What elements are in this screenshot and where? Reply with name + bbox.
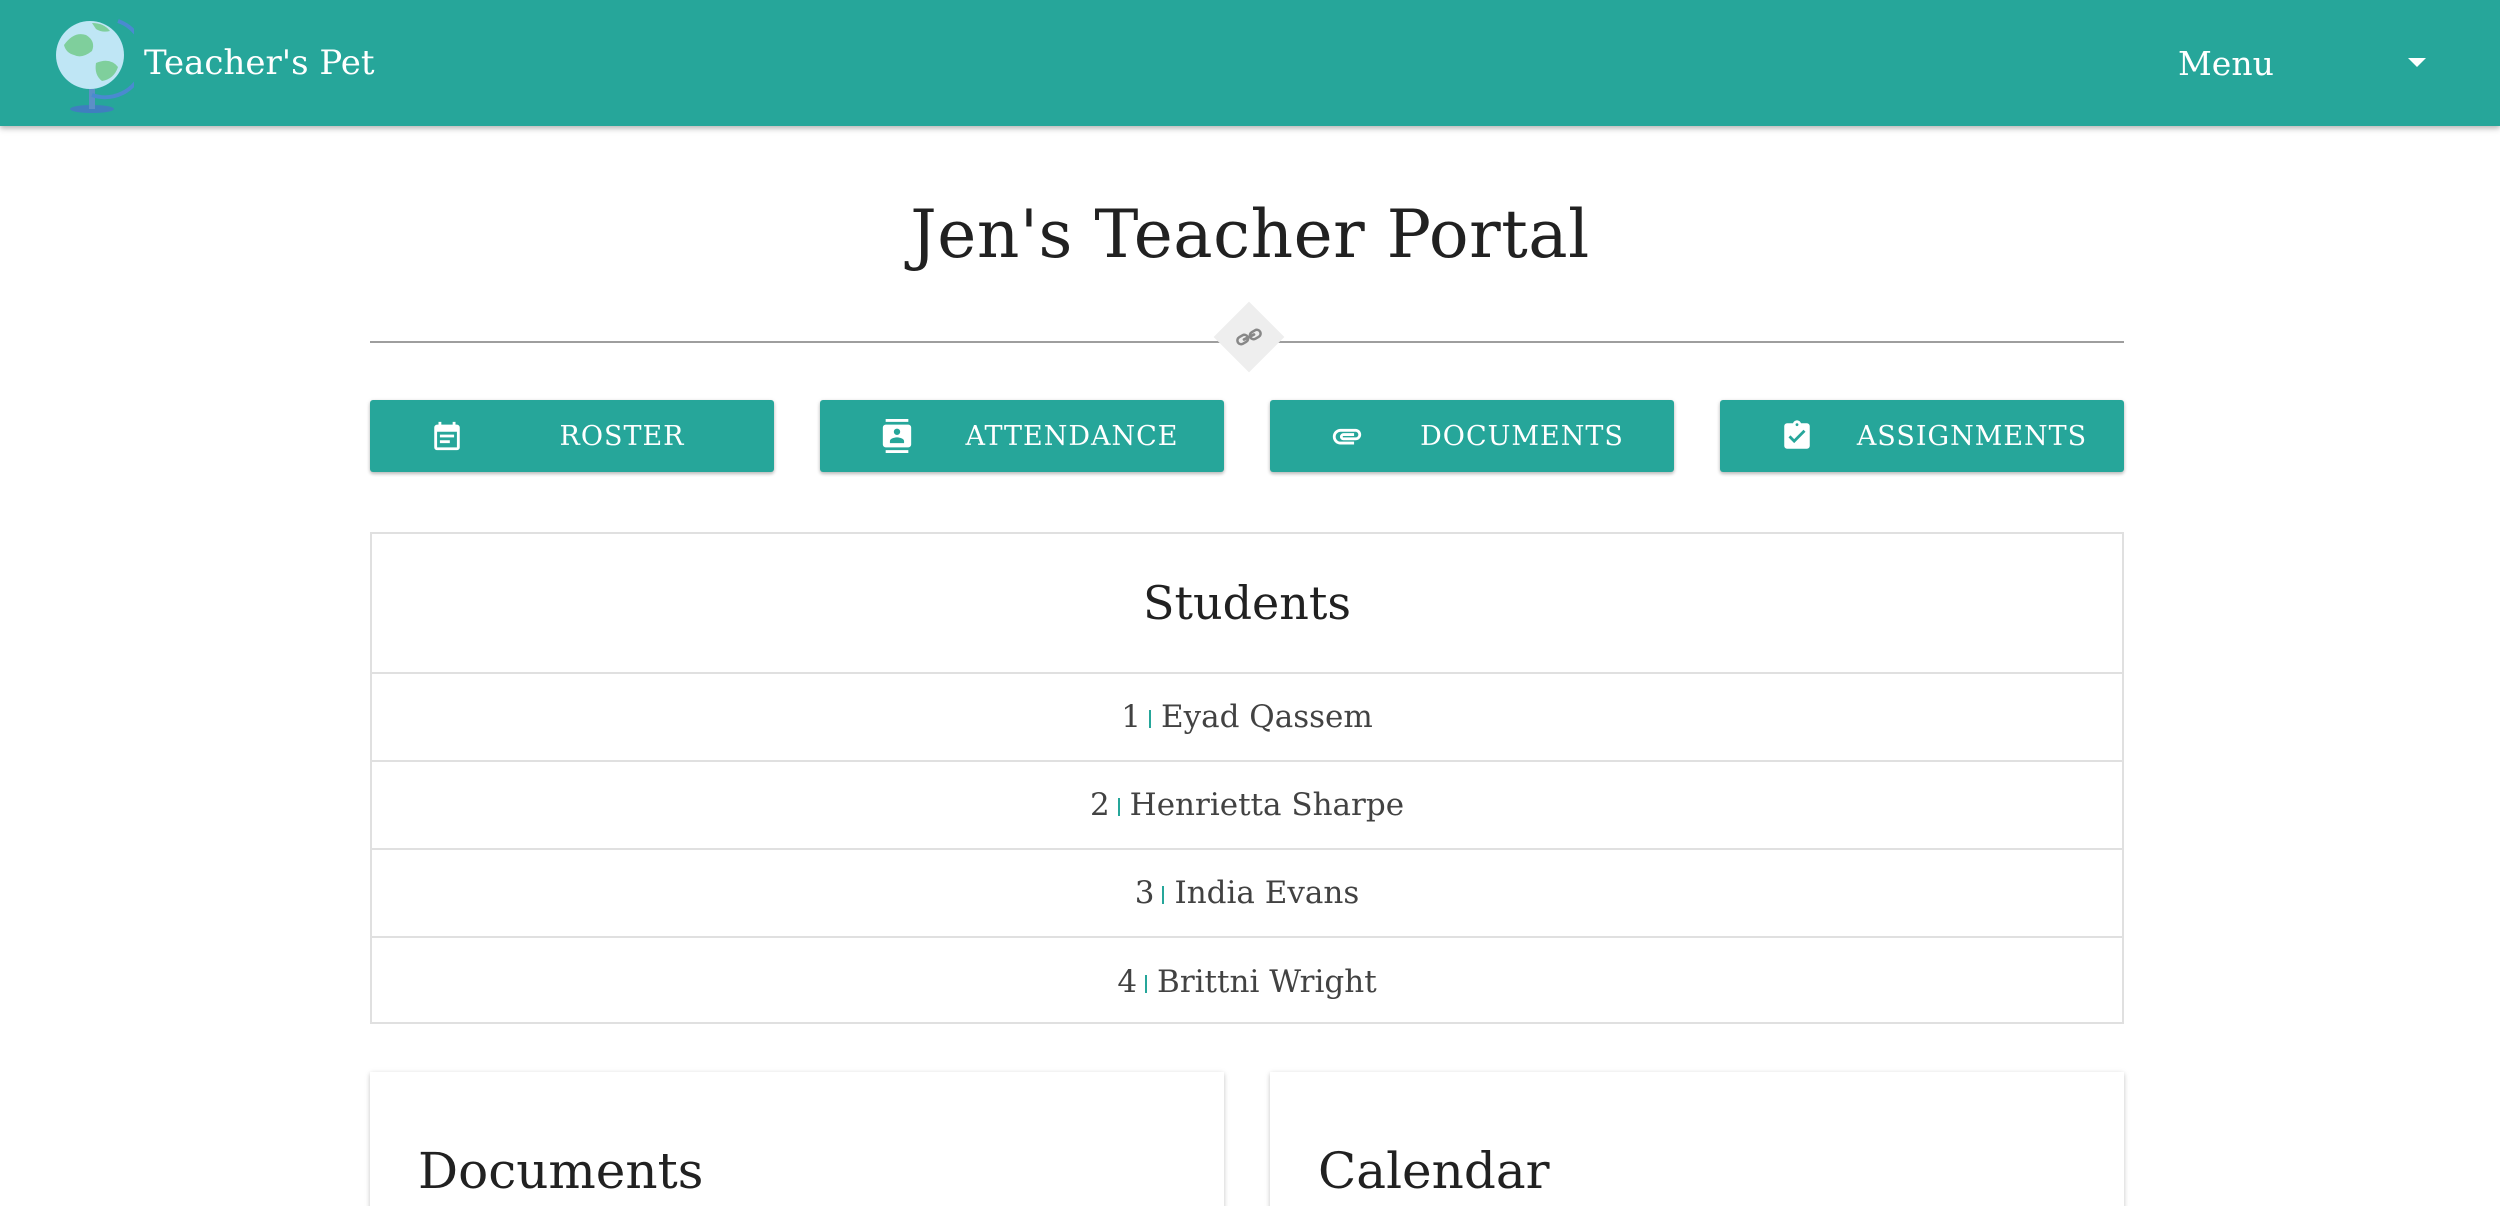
documents-card-title: Documents	[418, 1142, 704, 1200]
separator-bar	[1145, 975, 1148, 993]
student-row[interactable]: 1 Eyad Qassem	[372, 674, 2122, 762]
student-number: 3	[1134, 875, 1155, 911]
menu-dropdown[interactable]: Menu	[2178, 28, 2448, 98]
separator-bar	[1162, 886, 1165, 904]
page-title: Jen's Teacher Portal	[910, 196, 1590, 273]
globe-logo-icon	[56, 19, 134, 113]
assignments-button-label: ASSIGNMENTS	[1856, 420, 2088, 452]
student-name: Brittni Wright	[1157, 964, 1377, 1000]
link-icon	[1213, 301, 1285, 373]
clipboard-check-icon	[1784, 420, 1810, 449]
brand-link[interactable]: Teacher's Pet	[52, 8, 374, 118]
documents-button[interactable]: DOCUMENTS	[1270, 400, 1674, 472]
documents-button-label: DOCUMENTS	[1420, 420, 1624, 452]
separator-bar	[1148, 710, 1151, 728]
assignments-button[interactable]: ASSIGNMENTS	[1720, 400, 2124, 472]
student-name: India Evans	[1174, 875, 1360, 911]
calendar-card-title: Calendar	[1318, 1142, 1550, 1200]
students-list: Students 1 Eyad Qassem 2 Henrietta Sharp…	[370, 532, 2124, 1024]
paperclip-icon	[1332, 428, 1362, 445]
students-heading: Students	[372, 534, 2122, 674]
separator-bar	[1117, 798, 1120, 816]
contact-card-icon	[882, 419, 912, 453]
calendar-note-icon	[434, 421, 460, 451]
caret-down-icon	[2408, 58, 2426, 67]
attendance-button[interactable]: ATTENDANCE	[820, 400, 1224, 472]
student-number: 2	[1089, 787, 1110, 823]
menu-label: Menu	[2178, 43, 2274, 83]
roster-button[interactable]: ROSTER	[370, 400, 774, 472]
student-number: 1	[1121, 699, 1141, 735]
student-name: Eyad Qassem	[1160, 699, 1373, 735]
brand-name: Teacher's Pet	[144, 43, 375, 83]
student-row[interactable]: 3 India Evans	[372, 850, 2122, 938]
student-name: Henrietta Sharpe	[1129, 787, 1405, 823]
documents-card: Documents	[370, 1072, 1224, 1206]
student-number: 4	[1117, 964, 1138, 1000]
roster-button-label: ROSTER	[559, 420, 685, 452]
student-row[interactable]: 2 Henrietta Sharpe	[372, 762, 2122, 850]
calendar-card: Calendar	[1270, 1072, 2124, 1206]
student-row[interactable]: 4 Brittni Wright	[372, 938, 2122, 1026]
attendance-button-label: ATTENDANCE	[965, 420, 1179, 452]
top-navbar: Teacher's Pet Menu	[0, 0, 2500, 126]
